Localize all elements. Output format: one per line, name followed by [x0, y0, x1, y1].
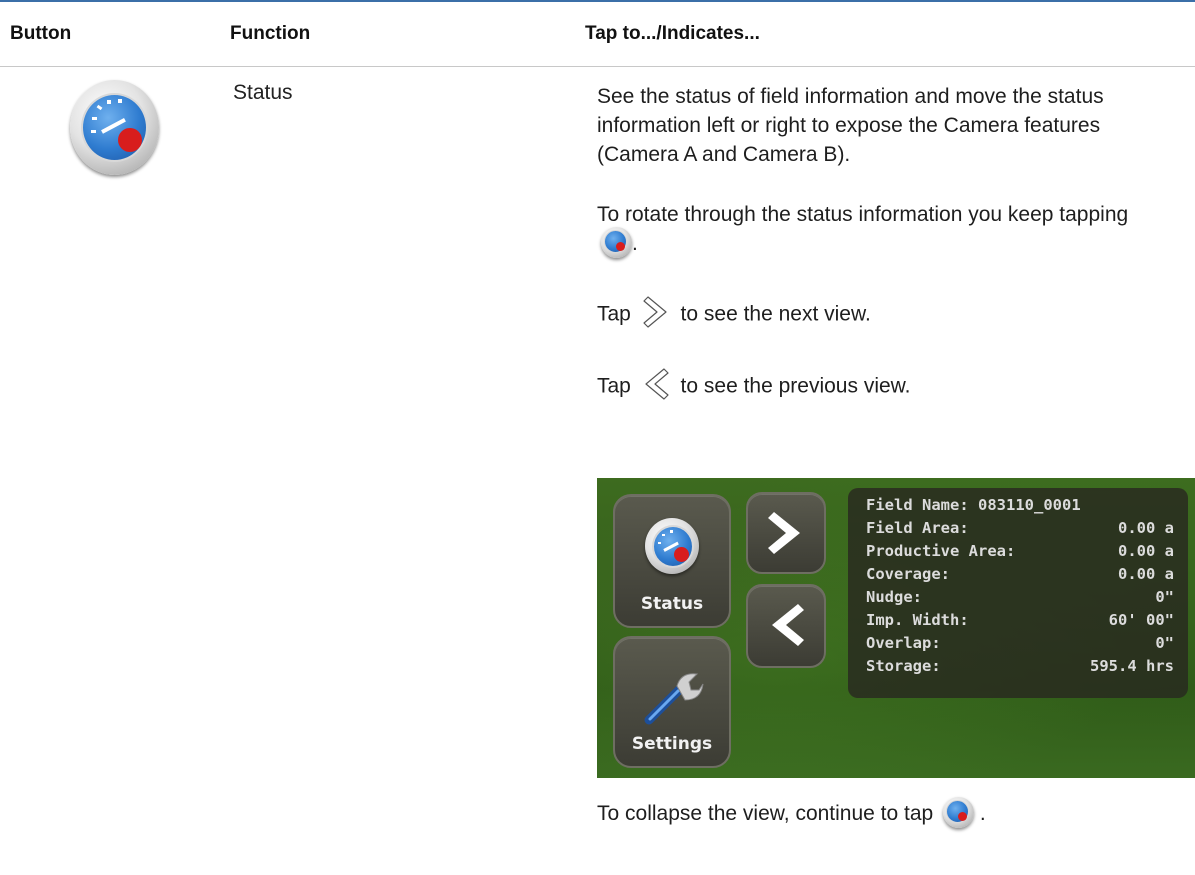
- info-label: Storage:: [866, 657, 941, 675]
- next-text: to see the next view.: [680, 302, 871, 326]
- previous-instruction: Tap to see the previous view.: [597, 368, 911, 404]
- info-value: 0": [1155, 634, 1174, 652]
- info-value: 0.00 a: [1118, 565, 1174, 583]
- info-row: Storage: 595.4 hrs: [866, 657, 1180, 679]
- column-header-function: Function: [230, 23, 311, 44]
- info-label: Coverage:: [866, 565, 950, 583]
- info-row: Coverage: 0.00 a: [866, 565, 1180, 587]
- status-info-panel: Field Name: 083110_0001 Field Area: 0.00…: [848, 488, 1188, 698]
- info-value: 0": [1155, 588, 1174, 606]
- settings-button-label: Settings: [631, 734, 713, 754]
- info-value: 0.00 a: [1118, 519, 1174, 537]
- info-value: 083110_0001: [978, 496, 1081, 514]
- info-label: Field Area:: [866, 519, 969, 537]
- status-gauge-icon: [645, 518, 699, 574]
- info-row: Imp. Width: 60' 00": [866, 611, 1180, 633]
- status-button-label: Status: [640, 594, 704, 614]
- status-gauge-icon: [943, 797, 975, 828]
- status-gauge-icon: [601, 227, 632, 258]
- next-instruction: Tap to see the next view.: [597, 296, 871, 332]
- tap-text: Tap: [597, 302, 631, 326]
- previous-text: to see the previous view.: [680, 374, 911, 398]
- info-value: 60' 00": [1108, 611, 1174, 629]
- info-label: Imp. Width:: [866, 611, 969, 629]
- rotate-text: To rotate through the status information…: [597, 203, 1129, 226]
- chevron-left-icon: [772, 604, 804, 646]
- info-value: 0.00 a: [1118, 542, 1174, 560]
- info-row: Productive Area: 0.00 a: [866, 542, 1180, 564]
- chevron-left-icon: [645, 368, 669, 400]
- collapse-text: To collapse the view, continue to tap: [597, 802, 934, 826]
- info-label: Field Name:: [866, 496, 969, 514]
- function-name: Status: [233, 81, 293, 104]
- info-row: Overlap: 0": [866, 634, 1180, 656]
- chevron-right-icon: [768, 512, 800, 554]
- info-row: Nudge: 0": [866, 588, 1180, 610]
- settings-button[interactable]: Settings: [613, 636, 731, 768]
- collapse-end: .: [979, 802, 986, 826]
- info-row: Field Area: 0.00 a: [866, 519, 1180, 541]
- status-gauge-icon: [70, 80, 159, 175]
- info-value: 595.4 hrs: [1090, 657, 1174, 675]
- tap-text: Tap: [597, 374, 631, 398]
- table-header: Button Function Tap to.../Indicates...: [0, 2, 1195, 67]
- status-button[interactable]: Status: [613, 494, 731, 628]
- collapse-instruction: To collapse the view, continue to tap .: [597, 797, 986, 830]
- info-row: Field Name: 083110_0001: [866, 496, 1180, 518]
- rotate-end: .: [632, 232, 638, 256]
- column-header-tap: Tap to.../Indicates...: [585, 23, 760, 44]
- chevron-right-icon: [643, 296, 667, 328]
- info-label: Overlap:: [866, 634, 941, 652]
- wrench-icon: [644, 673, 704, 725]
- info-label: Productive Area:: [866, 542, 1016, 560]
- status-screen-screenshot: Status Settings Field Name: 083110_0001 …: [597, 478, 1195, 778]
- previous-view-button[interactable]: [746, 584, 826, 668]
- description-paragraph: See the status of field information and …: [597, 85, 1104, 166]
- rotate-instruction: To rotate through the status information…: [597, 200, 1157, 260]
- info-label: Nudge:: [866, 588, 922, 606]
- column-header-button: Button: [10, 23, 72, 44]
- next-view-button[interactable]: [746, 492, 826, 574]
